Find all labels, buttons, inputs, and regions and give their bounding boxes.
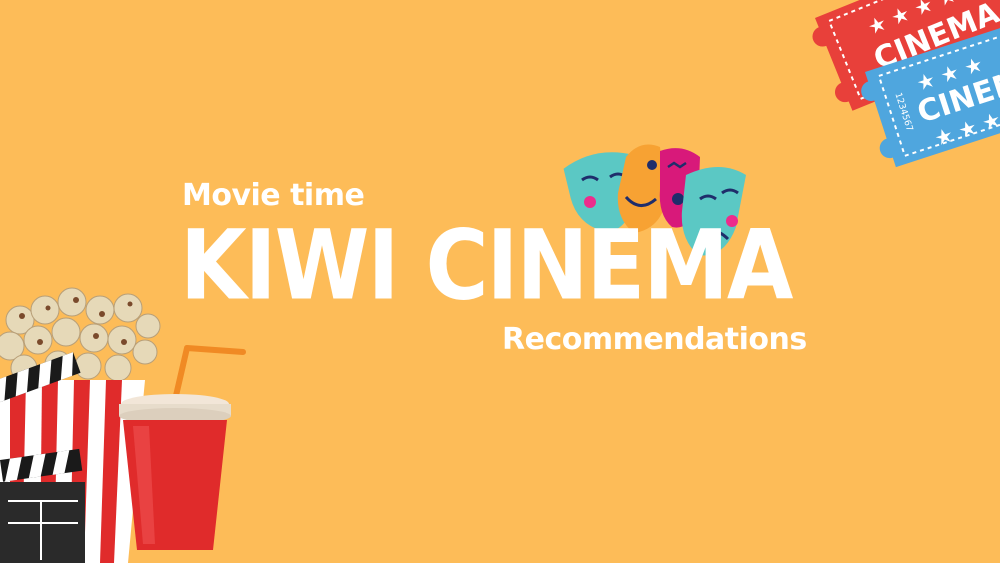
cinema-tickets-icon: CINEMA CINEMA 1234567	[812, 0, 1000, 168]
tagline-text: Movie time	[182, 178, 365, 213]
soda-cup-icon	[119, 345, 246, 550]
poster-canvas: CINEMA CINEMA 1234567 Movie time KIWI CI…	[0, 0, 1000, 563]
subtitle-text: Recommendations	[502, 322, 807, 357]
page-title: KIWI CINEMA	[180, 210, 793, 323]
clapperboard-icon	[0, 352, 85, 563]
